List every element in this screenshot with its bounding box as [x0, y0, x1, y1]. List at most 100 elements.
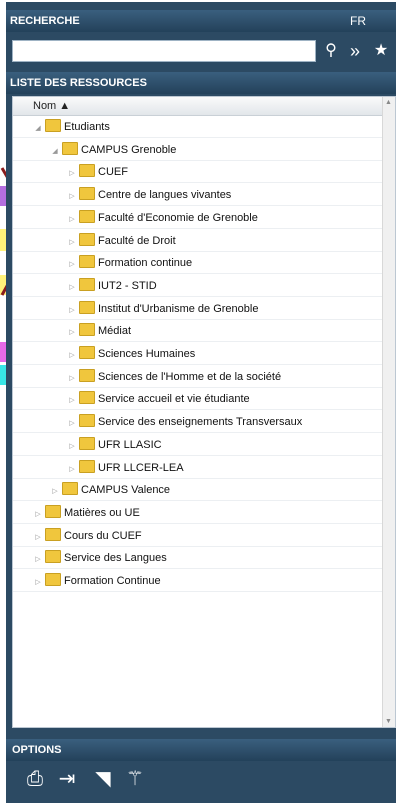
scroll-down-icon[interactable]: ▼ — [385, 718, 392, 725]
tree-scrollbar[interactable]: ▲ ▼ — [382, 97, 395, 727]
collapsed-triangle-icon[interactable]: ▷ — [67, 436, 77, 458]
folder-icon — [79, 277, 95, 291]
resources-header: LISTE DES RESSOURCES — [6, 72, 396, 94]
tree-node[interactable]: ▷ Sciences de l'Homme et de la société — [13, 366, 383, 388]
tree-node-label: Médiat — [98, 325, 132, 338]
collapsed-triangle-icon[interactable]: ▷ — [67, 277, 77, 299]
search-title: RECHERCHE — [10, 15, 80, 27]
collapsed-triangle-icon[interactable]: ▷ — [67, 368, 77, 390]
folder-icon — [79, 232, 95, 246]
tree-node[interactable]: ▷ IUT2 - STID — [13, 275, 383, 297]
folder-icon — [45, 119, 61, 132]
search-icon[interactable]: ⚲ — [320, 40, 342, 62]
tree-node-label: Sciences Humaines — [98, 348, 196, 360]
print-icon[interactable]: ⎙ — [22, 766, 48, 792]
folder-icon — [62, 141, 78, 155]
tree-node[interactable]: ▷ Service des Langues — [13, 547, 383, 571]
language-selector[interactable]: FR — [346, 10, 366, 32]
collapsed-triangle-icon[interactable]: ▷ — [67, 390, 77, 412]
tree-node[interactable]: ▷ Service accueil et vie étudiante — [13, 388, 383, 412]
folder-icon — [45, 527, 61, 541]
tree-node-label: Formation continue — [98, 257, 193, 270]
scroll-up-icon[interactable]: ▲ — [385, 99, 392, 106]
search-header: RECHERCHE FR — [6, 10, 396, 32]
options-title: OPTIONS — [12, 744, 62, 756]
expanded-triangle-icon[interactable]: ◢ — [33, 118, 43, 140]
tree-node-label: Cours du CUEF — [64, 529, 142, 542]
folder-icon — [79, 368, 95, 382]
tree-node-label: Formation Continue — [64, 575, 161, 587]
favorites-star-icon[interactable]: ★ — [370, 40, 392, 62]
collapsed-triangle-icon[interactable]: ▷ — [67, 209, 77, 231]
resource-tree: Nom ▲ ◢ Etudiants ◢ CAMPUS Grenoble ▷ CUEF ▷ Ce… — [12, 96, 396, 728]
tree-node-label: Faculté d'Economie de Grenoble — [98, 211, 258, 224]
collapsed-triangle-icon[interactable]: ▷ — [33, 527, 43, 549]
tree-node-label: CAMPUS Valence — [81, 484, 171, 497]
tree-node[interactable]: ▷ Centre de langues vivantes — [13, 184, 383, 208]
collapsed-triangle-icon[interactable]: ▷ — [67, 300, 77, 322]
tree-node[interactable]: ▷ CUEF — [13, 161, 383, 185]
tree-node[interactable]: ▷ Cours du CUEF — [13, 525, 383, 547]
tree-node-label: UFR LLASIC — [98, 438, 162, 451]
tree-node[interactable]: ◢ CAMPUS Grenoble — [13, 139, 383, 161]
column-header-name[interactable]: Nom ▲ — [13, 97, 383, 116]
folder-icon — [79, 255, 95, 269]
collapsed-triangle-icon[interactable]: ▷ — [67, 322, 77, 344]
folder-icon — [79, 436, 95, 450]
tree-node-label: Service des enseignements Transversaux — [98, 416, 303, 429]
collapsed-triangle-icon[interactable]: ▷ — [67, 345, 77, 367]
expanded-triangle-icon[interactable]: ◢ — [50, 141, 60, 163]
tree-node[interactable]: ◢ Etudiants — [13, 116, 383, 138]
collapsed-triangle-icon[interactable]: ▷ — [33, 504, 43, 526]
resources-title: LISTE DES RESSOURCES — [10, 77, 147, 89]
folder-icon — [79, 164, 95, 178]
tree-node[interactable]: ▷ UFR LLASIC — [13, 434, 383, 456]
tree-node[interactable]: ▷ Formation Continue — [13, 570, 383, 592]
collapsed-triangle-icon[interactable]: ▷ — [50, 481, 60, 503]
collapsed-triangle-icon[interactable]: ▷ — [33, 549, 43, 571]
tree-node-label: CAMPUS Grenoble — [81, 143, 177, 156]
folder-icon — [79, 323, 95, 337]
tree-node[interactable]: ▷ Faculté d'Economie de Grenoble — [13, 207, 383, 229]
collapsed-triangle-icon[interactable]: ▷ — [67, 232, 77, 254]
side-panel: RECHERCHE FR ⚲ » ★ LISTE DES RESSOURCES … — [6, 2, 396, 803]
tree-node[interactable]: ▷ Médiat — [13, 320, 383, 344]
rss-icon[interactable]: ◥ — [90, 766, 116, 792]
tree-node[interactable]: ▷ Institut d'Urbanisme de Grenoble — [13, 298, 383, 320]
folder-icon — [45, 550, 61, 564]
folder-icon — [79, 346, 95, 359]
folder-icon — [79, 459, 95, 473]
folder-icon — [45, 504, 61, 518]
advanced-search-icon[interactable]: » — [344, 40, 366, 62]
export-calendar-icon[interactable]: ⇥ — [54, 766, 80, 792]
tree-node[interactable]: ▷ Matières ou UE — [13, 502, 383, 524]
tree-node[interactable]: ▷ Sciences Humaines — [13, 343, 383, 365]
folder-icon — [62, 482, 78, 496]
tree-node[interactable]: ▷ Faculté de Droit — [13, 230, 383, 252]
folder-icon — [79, 300, 95, 314]
collapsed-triangle-icon[interactable]: ▷ — [67, 254, 77, 276]
tree-node[interactable]: ▷ Service des enseignements Transversaux — [13, 411, 383, 435]
tree-node-label: Faculté de Droit — [98, 234, 176, 247]
tree-node[interactable]: ▷ CAMPUS Valence — [13, 479, 383, 503]
search-input[interactable] — [12, 40, 316, 62]
folder-icon — [45, 573, 61, 586]
collapsed-triangle-icon[interactable]: ▷ — [67, 186, 77, 208]
tree-node[interactable]: ▷ Formation continue — [13, 252, 383, 276]
folder-icon — [79, 391, 95, 405]
options-header: OPTIONS — [6, 739, 396, 761]
tree-node-label: Matières ou UE — [64, 506, 140, 519]
tree-node-label: Sciences de l'Homme et de la société — [98, 370, 282, 383]
magic-wand-icon[interactable]: ⚚ — [122, 766, 148, 792]
tree-node-label: Centre de langues vivantes — [98, 189, 232, 202]
collapsed-triangle-icon[interactable]: ▷ — [67, 459, 77, 481]
folder-icon — [79, 209, 95, 223]
collapsed-triangle-icon[interactable]: ▷ — [67, 413, 77, 435]
tree-node-label: Service des Langues — [64, 552, 167, 565]
folder-icon — [79, 187, 95, 201]
tree-node-label: UFR LLCER-LEA — [98, 461, 184, 474]
collapsed-triangle-icon[interactable]: ▷ — [67, 163, 77, 185]
collapsed-triangle-icon[interactable]: ▷ — [33, 572, 43, 594]
tree-node-label: Institut d'Urbanisme de Grenoble — [98, 302, 259, 315]
tree-node[interactable]: ▷ UFR LLCER-LEA — [13, 457, 383, 479]
